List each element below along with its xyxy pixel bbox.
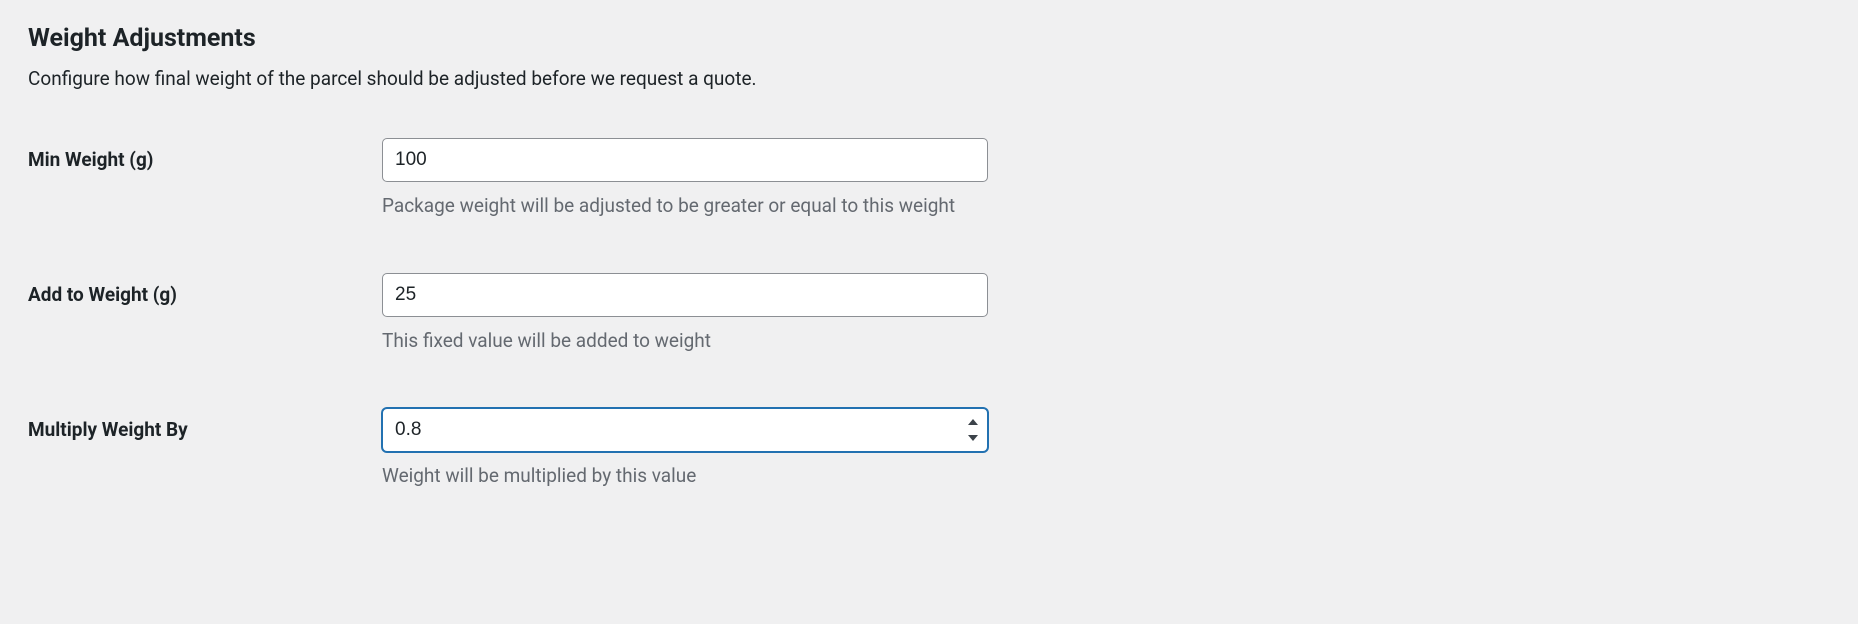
- row-add-weight: Add to Weight (g) This fixed value will …: [28, 273, 1830, 352]
- row-multiply-weight: Multiply Weight By Wei: [28, 408, 1830, 487]
- label-add-weight: Add to Weight (g): [28, 273, 382, 306]
- row-min-weight: Min Weight (g) Package weight will be ad…: [28, 138, 1830, 217]
- step-up-button[interactable]: [962, 414, 984, 430]
- help-min-weight: Package weight will be adjusted to be gr…: [382, 194, 1082, 217]
- multiply-weight-input[interactable]: [382, 408, 988, 452]
- chevron-down-icon: [968, 435, 978, 441]
- step-down-button[interactable]: [962, 430, 984, 446]
- section-title: Weight Adjustments: [28, 24, 1830, 53]
- label-multiply-weight: Multiply Weight By: [28, 408, 382, 441]
- add-weight-input[interactable]: [382, 273, 988, 317]
- min-weight-input[interactable]: [382, 138, 988, 182]
- label-min-weight: Min Weight (g): [28, 138, 382, 171]
- section-description: Configure how final weight of the parcel…: [28, 67, 1830, 90]
- chevron-up-icon: [968, 419, 978, 425]
- help-add-weight: This fixed value will be added to weight: [382, 329, 1082, 352]
- number-stepper: [962, 412, 984, 448]
- help-multiply-weight: Weight will be multiplied by this value: [382, 464, 1082, 487]
